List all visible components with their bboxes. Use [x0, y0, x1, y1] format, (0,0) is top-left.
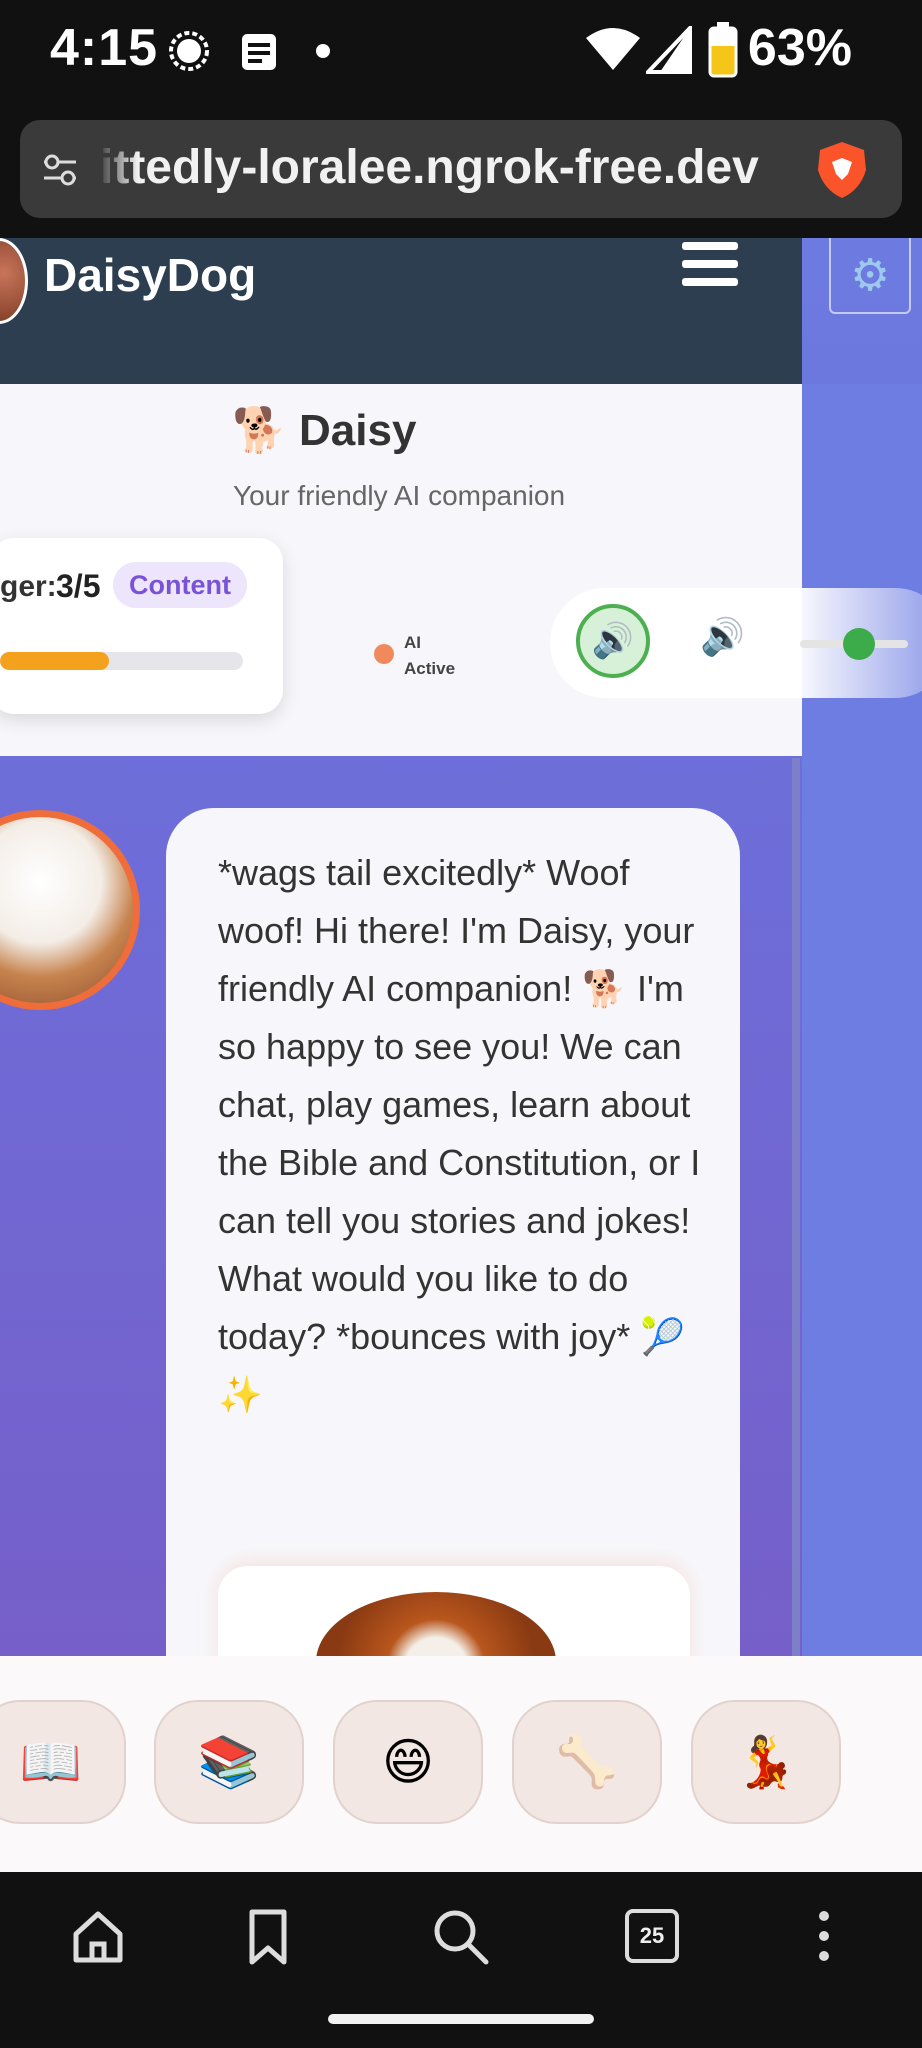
more-icon[interactable]	[794, 1906, 854, 1966]
hunger-label: ger:	[0, 570, 57, 603]
header-avatar	[0, 238, 28, 324]
notes-icon	[242, 34, 276, 70]
speaker-icon[interactable]: 🔊	[700, 616, 745, 658]
voice-icon: 🔊	[591, 622, 635, 660]
brand-title[interactable]: DaisyDog	[44, 248, 256, 302]
dot-icon	[316, 44, 330, 58]
quick-actions-bar: 📖 📚 😄 🦴 💃	[0, 1656, 922, 1872]
quick-action-books-button[interactable]: 📚	[154, 1700, 304, 1824]
address-bar[interactable]: ittedly-loralee.ngrok-free.dev	[20, 120, 902, 218]
voice-toggle-button[interactable]: 🔊	[576, 604, 650, 678]
chat-message-bubble: *wags tail excitedly* Woof woof! Hi ther…	[166, 808, 740, 1656]
pet-name-title: 🐕 Daisy	[232, 406, 417, 455]
hunger-progress-fill	[0, 652, 110, 670]
url-text[interactable]: ittedly-loralee.ngrok-free.dev	[100, 140, 759, 195]
status-time: 4:15	[50, 19, 159, 77]
url-fade	[98, 120, 138, 218]
search-icon[interactable]	[430, 1906, 490, 1966]
wifi-icon	[586, 28, 640, 70]
quick-action-dance-button[interactable]: 💃	[691, 1700, 841, 1824]
daisy-image	[316, 1592, 556, 1656]
web-page: DaisyDog ⚙ 🐕 Daisy Your friendly AI comp…	[0, 238, 922, 1656]
ai-status-line1: AI	[404, 633, 421, 652]
audio-controls: 🔊 🔊	[550, 588, 922, 698]
quick-action-jokes-button[interactable]: 😄	[333, 1700, 483, 1824]
chat-scrollbar[interactable]	[792, 758, 800, 1656]
ai-status-line2: Active	[404, 659, 456, 678]
chat-message-text: *wags tail excitedly* Woof woof! Hi ther…	[218, 852, 701, 1415]
battery-icon	[708, 22, 738, 78]
volume-slider-knob[interactable]	[843, 628, 876, 660]
gear-icon: ⚙	[850, 250, 890, 300]
settings-gear-button[interactable]: ⚙	[829, 238, 911, 314]
brain-icon	[374, 644, 394, 664]
app-header: DaisyDog	[0, 238, 802, 384]
status-bar: 4:15 63%	[0, 0, 922, 104]
quick-action-feed-button[interactable]: 🦴	[512, 1700, 662, 1824]
profile-card: 🐕 Daisy Your friendly AI companion ger: …	[0, 384, 802, 756]
hunger-progress-bar	[0, 652, 243, 670]
browser-toolbar: ittedly-loralee.ngrok-free.dev	[0, 104, 922, 238]
hamburger-menu-icon[interactable]	[682, 242, 738, 288]
pet-subtitle: Your friendly AI companion	[233, 480, 566, 511]
right-side-panel	[802, 384, 922, 1656]
brave-shield-icon[interactable]	[814, 140, 870, 200]
quick-action-bible-button[interactable]: 📖	[0, 1700, 126, 1824]
home-icon[interactable]	[68, 1906, 128, 1966]
message-image-card[interactable]	[218, 1566, 690, 1656]
hunger-value: 3/5	[56, 568, 101, 604]
battery-percent: 63%	[747, 19, 852, 77]
bookmark-icon[interactable]	[238, 1906, 298, 1966]
cell-signal-icon	[646, 26, 692, 74]
mood-badge: Content	[113, 562, 247, 608]
hunger-stats-card: ger: 3/5 Content	[0, 538, 283, 714]
site-settings-icon[interactable]	[40, 150, 80, 190]
signal-messenger-icon	[169, 31, 209, 71]
tab-count: 25	[625, 1909, 679, 1963]
gesture-home-indicator[interactable]	[328, 2014, 594, 2024]
browser-bottom-bar: 25	[0, 1872, 922, 2048]
tabs-icon[interactable]: 25	[622, 1906, 682, 1966]
